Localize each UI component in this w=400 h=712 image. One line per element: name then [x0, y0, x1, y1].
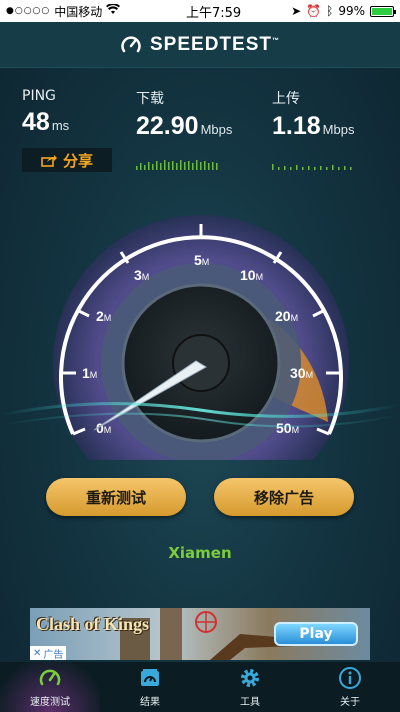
ad-tag[interactable]: ✕ 广告 — [30, 646, 67, 661]
ad-play-button[interactable]: Play — [274, 622, 358, 646]
share-icon — [41, 154, 57, 167]
wifi-icon — [106, 3, 121, 18]
ad-banner[interactable]: Clash of Kings ✕ 广告 Play — [30, 608, 370, 660]
tab-about[interactable]: 关于 — [300, 662, 400, 712]
ping-unit: ms — [51, 118, 70, 133]
speed-gauge: 0M 1M 2M 3M 5M 10M 20M 30M 50M — [0, 215, 400, 460]
tab-label-about: 关于 — [340, 697, 360, 708]
carrier-name: 中国移动 — [54, 4, 103, 19]
status-bar: ●○○○○ 中国移动 上午7:59 ➤ ⏰ ᛒ 99% — [0, 0, 400, 22]
tab-results[interactable]: 结果 — [100, 662, 200, 712]
ping-stat: PING 48 ms — [22, 88, 69, 137]
download-unit: Mbps — [200, 122, 233, 137]
location-arrow-icon: ➤ — [291, 4, 302, 18]
tab-speedtest[interactable]: 速度测试 — [0, 662, 100, 712]
bluetooth-icon: ᛒ — [326, 4, 334, 18]
upload-unit: Mbps — [322, 122, 355, 137]
ad-tag-label: 广告 — [43, 649, 64, 661]
upload-sparkline — [272, 164, 352, 170]
tab-label-results: 结果 — [140, 697, 160, 708]
download-value: 22.90 — [136, 112, 199, 140]
tab-label-speedtest: 速度测试 — [30, 697, 70, 708]
ad-title: Clash of Kings — [36, 614, 150, 634]
ping-label: PING — [22, 88, 56, 104]
gear-icon — [238, 666, 262, 690]
upload-stat: 上传 1.18 Mbps — [272, 88, 354, 141]
app-title: SPEEDTEST™ — [150, 33, 280, 55]
upload-label: 上传 — [272, 91, 300, 107]
retest-button[interactable]: 重新测试 — [46, 478, 186, 516]
results-icon — [138, 666, 162, 690]
battery-percent: 99% — [338, 4, 365, 18]
info-icon — [338, 666, 362, 690]
ping-value: 48 — [22, 108, 50, 136]
download-stat: 下载 22.90 Mbps — [136, 88, 232, 141]
upload-value: 1.18 — [272, 112, 321, 140]
tab-tools[interactable]: 工具 — [200, 662, 300, 712]
remove-ads-button[interactable]: 移除广告 — [214, 478, 354, 516]
tab-bar: 速度测试 结果 工具 关于 — [0, 662, 400, 712]
results-panel: PING 48 ms 下载 22.90 Mbps 上传 1.18 Mbps 分享 — [0, 88, 400, 188]
share-button[interactable]: 分享 — [22, 148, 112, 172]
tab-label-tools: 工具 — [240, 697, 260, 708]
clock: 上午7:59 — [185, 5, 242, 21]
app-header: SPEEDTEST™ — [0, 22, 400, 68]
location-label: Xiamen — [168, 544, 232, 562]
share-label: 分享 — [62, 151, 93, 170]
download-sparkline — [136, 160, 218, 170]
speedtest-logo-icon — [121, 35, 141, 52]
alarm-icon: ⏰ — [306, 4, 322, 18]
close-icon[interactable]: ✕ — [33, 648, 41, 659]
download-label: 下载 — [136, 91, 164, 107]
speedometer-icon — [38, 666, 62, 690]
signal-strength: ●○○○○ — [6, 6, 51, 16]
gauge-center — [172, 334, 230, 392]
battery-icon — [370, 5, 396, 17]
